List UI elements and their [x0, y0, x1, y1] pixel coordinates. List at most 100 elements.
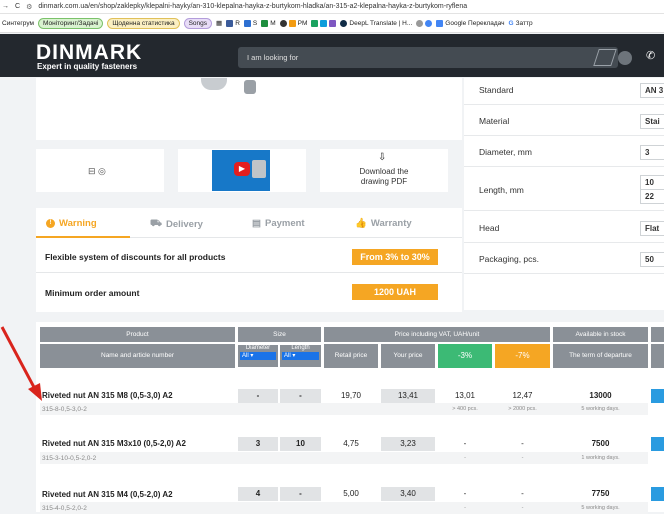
- row3-note-7: -: [521, 505, 524, 511]
- play-icon[interactable]: ▶: [234, 162, 250, 176]
- row2-diameter: 3: [238, 437, 278, 451]
- bookmark-r[interactable]: R: [226, 19, 240, 27]
- reload-icon[interactable]: C: [15, 3, 20, 10]
- video-preview[interactable]: ▶: [212, 150, 270, 191]
- attr-length: Length, mm 10 22: [464, 167, 664, 211]
- th-retail-price: Retail price: [324, 344, 378, 368]
- row1-price-7: 12,47: [512, 391, 533, 400]
- diameter-select[interactable]: All ▾: [240, 352, 276, 360]
- video-product-image: [252, 160, 266, 178]
- annotation-arrow-icon: [0, 326, 42, 401]
- bookmark-daily-stats[interactable]: Щоденна статистика: [107, 17, 180, 29]
- row2-length: 10: [280, 437, 321, 451]
- row1-note-3: > 400 pcs.: [452, 406, 478, 412]
- row3-diameter: 4: [238, 487, 278, 501]
- bookmark-m[interactable]: M: [261, 19, 276, 27]
- active-tab-underline: [36, 236, 130, 238]
- bookmark-songs[interactable]: Songs: [183, 17, 213, 29]
- row3-your-price: 3,40: [381, 487, 435, 501]
- row3-retail: 5,00: [343, 489, 359, 498]
- tab-warranty[interactable]: 👍 Warranty: [355, 218, 412, 229]
- payment-icon: ▤: [252, 218, 261, 229]
- warning-icon: !: [46, 219, 55, 228]
- tab-payment[interactable]: ▤ Payment: [252, 218, 305, 229]
- rivet-nut-image-2: [244, 80, 256, 94]
- bookmark-sintegrum[interactable]: Синтегрум: [2, 20, 34, 27]
- site-tagline: Expert in quality fasteners: [37, 62, 138, 71]
- row2-term: 1 working days.: [581, 455, 620, 461]
- diameter-filter[interactable]: Diameter All ▾: [238, 345, 278, 367]
- th-discount-7: -7%: [495, 344, 550, 368]
- row2-stock: 7500: [591, 439, 610, 448]
- user-icon[interactable]: [618, 51, 632, 65]
- row3-stock: 7750: [591, 489, 610, 498]
- row3-price-7: -: [521, 489, 524, 498]
- length-select[interactable]: All ▾: [282, 352, 319, 360]
- row1-retail: 19,70: [340, 391, 362, 400]
- th-size: Size: [238, 327, 321, 342]
- thumbnail-drawing[interactable]: ⊟ ◎: [36, 149, 164, 192]
- bookmark-zattr[interactable]: G Заттр: [509, 20, 533, 27]
- discount-text: Flexible system of discounts for all pro…: [45, 252, 226, 262]
- bookmark-monitoring[interactable]: Моніторинг/Задачі: [38, 17, 104, 29]
- row2-add-to-cart-button[interactable]: [651, 437, 664, 451]
- row3-name[interactable]: Riveted nut AN 315 M4 (0,5-2,0) A2: [42, 490, 173, 499]
- row2-retail: 4,75: [343, 439, 359, 448]
- url-text[interactable]: dinmark.com.ua/en/shop/zaklepky/klepalni…: [38, 3, 467, 10]
- site-info-icon[interactable]: ⚙: [26, 3, 32, 11]
- th-price: Price including VAT, UAH/unit: [324, 327, 550, 342]
- attr-material: Material Stai: [464, 105, 664, 136]
- tab-warning[interactable]: ! Warning: [46, 218, 97, 229]
- row1-name[interactable]: Riveted nut AN 315 M8 (0,5-3,0) A2: [42, 391, 173, 400]
- search-input[interactable]: I am looking for: [238, 47, 618, 68]
- th-stock: Available in stock: [553, 327, 648, 342]
- attr-diameter: Diameter, mm 3: [464, 136, 664, 167]
- download-drawing-button[interactable]: ⇩ Download the drawing PDF: [320, 149, 448, 192]
- bookmark-google-translate[interactable]: Google Перекладач: [436, 19, 505, 27]
- discount-badge: From 3% to 30%: [352, 249, 438, 265]
- row1-diameter: -: [238, 389, 278, 403]
- row1-article: 315-8-0,5-3,0-2: [42, 406, 87, 413]
- row2-price-7: -: [521, 439, 524, 448]
- row2-price-3: -: [463, 439, 467, 448]
- thumbs-up-icon: 👍: [355, 218, 367, 229]
- row1-term: 5 working days.: [581, 406, 620, 412]
- row2-name[interactable]: Riveted nut AN 315 M3x10 (0,5-2,0) A2: [42, 439, 186, 448]
- row3-length: -: [280, 487, 321, 501]
- th-extra: [651, 327, 664, 342]
- row3-article: 315-4-0,5-2,0-2: [42, 505, 87, 512]
- tab-divider: [130, 237, 462, 238]
- rivet-nut-image: [201, 78, 227, 90]
- promo-divider: [36, 272, 462, 273]
- product-image-panel: [36, 78, 462, 140]
- row1-stock: 13000: [589, 391, 612, 400]
- attr-standard: Standard AN 3: [464, 74, 664, 105]
- bookmark-deepl[interactable]: DeepL Translate | H...: [340, 19, 412, 27]
- back-icon[interactable]: →: [2, 3, 9, 10]
- bookmark-pm[interactable]: PM: [279, 19, 307, 27]
- bookmark-s[interactable]: S: [243, 19, 257, 27]
- th-product: Product: [40, 327, 235, 342]
- row3-note-3: -: [464, 505, 466, 511]
- th-discount-3: -3%: [438, 344, 492, 368]
- attr-head: Head Flat: [464, 212, 664, 243]
- phone-icon[interactable]: ✆: [646, 49, 655, 62]
- bookmark-misc-icons[interactable]: [311, 19, 337, 27]
- th-term: The term of departure: [553, 344, 648, 368]
- attr-packaging: Packaging, pcs. 50: [464, 243, 664, 274]
- row2-note-7: -: [521, 455, 524, 461]
- min-order-text: Minimum order amount: [45, 288, 140, 298]
- length-filter[interactable]: Length All ▾: [280, 345, 321, 367]
- row2-note-3: -: [464, 455, 466, 461]
- apps-grid-icon[interactable]: ▦: [216, 19, 222, 27]
- row3-add-to-cart-button[interactable]: [651, 487, 664, 501]
- bookmark-extra[interactable]: [416, 19, 433, 27]
- download-icon: ⇩: [378, 152, 387, 163]
- th-extra-2: [651, 344, 664, 368]
- tab-delivery[interactable]: ⛟ Delivery: [150, 218, 203, 230]
- th-your-price: Your price: [381, 344, 435, 368]
- thumbnail-video[interactable]: ▶: [178, 149, 306, 192]
- browser-address-bar[interactable]: → C ⚙ dinmark.com.ua/en/shop/zaklepky/kl…: [0, 0, 664, 14]
- truck-icon: ⛟: [150, 218, 162, 229]
- row1-add-to-cart-button[interactable]: [651, 389, 664, 403]
